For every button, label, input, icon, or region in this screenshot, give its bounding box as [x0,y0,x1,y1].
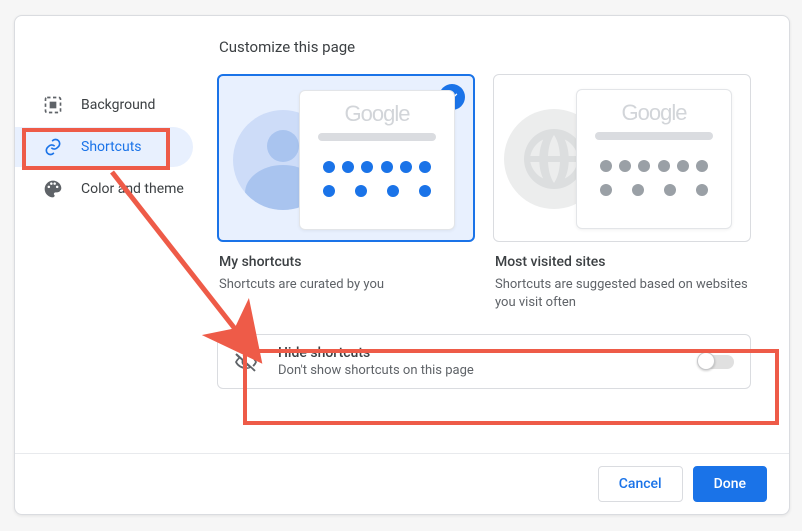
link-icon [43,137,63,157]
cancel-button[interactable]: Cancel [598,466,683,502]
toggle-knob [697,352,715,370]
hide-text: Hide shortcuts Don't show shortcuts on t… [278,345,698,378]
page-title: Customize this page [219,38,751,56]
sidebar-item-color-theme[interactable]: Color and theme [15,169,193,209]
dialog-body: Background Shortcuts Color and theme Cus… [15,16,789,453]
visibility-off-icon [234,350,258,374]
hide-desc: Don't show shortcuts on this page [278,363,698,378]
google-logo: Google [314,101,440,127]
preview-card: Google [576,89,732,229]
background-icon [43,95,63,115]
option-my-shortcuts: Google My shortcuts Shortcuts are curate… [217,74,475,312]
dialog-footer: Cancel Done [15,453,789,514]
done-button[interactable]: Done [693,466,767,502]
sidebar-item-label: Color and theme [81,181,184,197]
hide-shortcuts-toggle[interactable] [698,355,734,369]
google-logo: Google [591,100,717,126]
shortcut-dots [591,154,717,202]
sidebar: Background Shortcuts Color and theme [15,28,193,453]
shortcut-dots [314,155,440,203]
tile-my-shortcuts[interactable]: Google [217,74,475,242]
hide-shortcuts-row: Hide shortcuts Don't show shortcuts on t… [217,334,751,389]
options-row: Google My shortcuts Shortcuts are curate… [217,74,751,312]
hide-title: Hide shortcuts [278,345,698,361]
tile-most-visited[interactable]: Google [493,74,751,242]
search-bar-placeholder [318,133,436,141]
option-title: Most visited sites [495,254,751,270]
preview-card: Google [299,90,455,230]
customize-dialog: Background Shortcuts Color and theme Cus… [14,15,790,515]
sidebar-item-label: Background [81,97,155,113]
option-most-visited: Google Most visited sites Shortcuts are … [493,74,751,312]
palette-icon [43,179,63,199]
sidebar-item-shortcuts[interactable]: Shortcuts [15,127,193,167]
sidebar-item-label: Shortcuts [81,139,142,155]
search-bar-placeholder [595,132,713,140]
option-desc: Shortcuts are curated by you [219,276,475,294]
main-panel: Customize this page Google [193,28,789,453]
option-desc: Shortcuts are suggested based on website… [495,276,751,312]
option-title: My shortcuts [219,254,475,270]
sidebar-item-background[interactable]: Background [15,85,193,125]
